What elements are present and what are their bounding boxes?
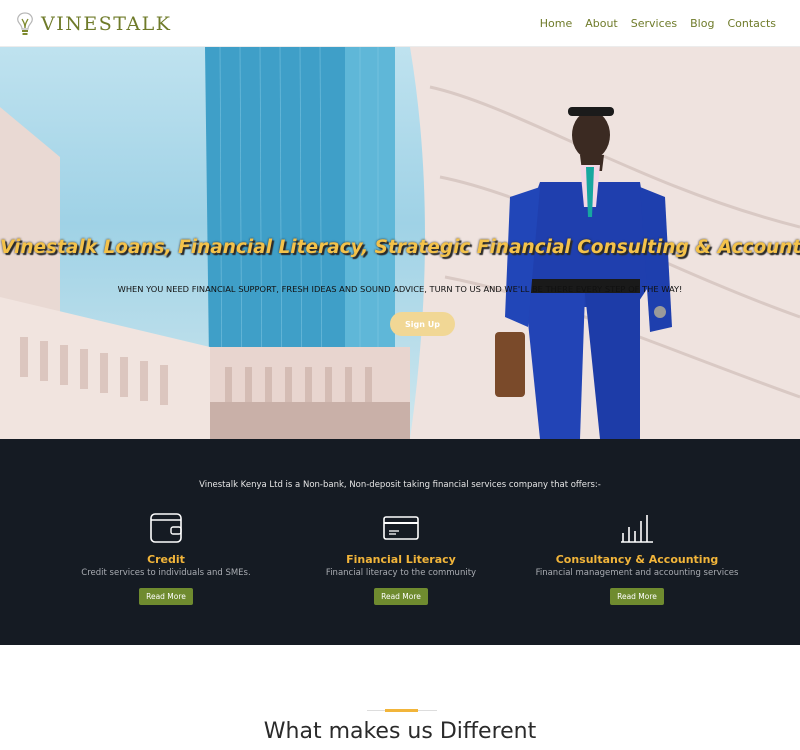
service-credit: Credit Credit services to individuals an… xyxy=(46,511,286,605)
service-title: Credit xyxy=(147,553,185,566)
nav-blog[interactable]: Blog xyxy=(690,17,714,30)
read-more-button[interactable]: Read More xyxy=(610,588,664,605)
hero-banner: Vinestalk Loans, Financial Literacy, Str… xyxy=(0,47,800,439)
nav-services[interactable]: Services xyxy=(631,17,677,30)
different-section: What makes us Different xyxy=(0,645,800,750)
service-description: Financial literacy to the community xyxy=(325,568,477,578)
service-financial-literacy: Financial Literacy Financial literacy to… xyxy=(281,511,521,605)
read-more-button[interactable]: Read More xyxy=(374,588,428,605)
service-description: Credit services to individuals and SMEs. xyxy=(81,568,251,578)
service-description: Financial management and accounting serv… xyxy=(535,568,739,578)
brand-name: VINESTALK xyxy=(41,13,172,35)
site-header: VINESTALK Home About Services Blog Conta… xyxy=(0,0,800,47)
service-title: Financial Literacy xyxy=(346,553,456,566)
read-more-button[interactable]: Read More xyxy=(139,588,193,605)
hero-title: Vinestalk Loans, Financial Literacy, Str… xyxy=(0,237,800,258)
bar-chart-icon xyxy=(621,515,653,543)
nav-home[interactable]: Home xyxy=(540,17,572,30)
card-icon xyxy=(383,516,419,540)
lightbulb-logo-icon xyxy=(17,12,33,35)
nav-about[interactable]: About xyxy=(585,17,618,30)
sign-up-button[interactable]: Sign Up xyxy=(390,312,455,336)
wallet-icon xyxy=(150,513,182,543)
services-section: Vinestalk Kenya Ltd is a Non-bank, Non-d… xyxy=(0,439,800,645)
nav-contacts[interactable]: Contacts xyxy=(727,17,776,30)
main-nav: Home About Services Blog Contacts xyxy=(527,0,776,47)
services-intro: Vinestalk Kenya Ltd is a Non-bank, Non-d… xyxy=(199,480,601,490)
divider-accent xyxy=(385,709,418,712)
service-consultancy-accounting: Consultancy & Accounting Financial manag… xyxy=(517,511,757,605)
service-title: Consultancy & Accounting xyxy=(555,553,719,566)
logo[interactable]: VINESTALK xyxy=(14,8,171,40)
section-title: What makes us Different xyxy=(263,719,537,744)
hero-subtitle: WHEN YOU NEED FINANCIAL SUPPORT, FRESH I… xyxy=(117,284,683,294)
